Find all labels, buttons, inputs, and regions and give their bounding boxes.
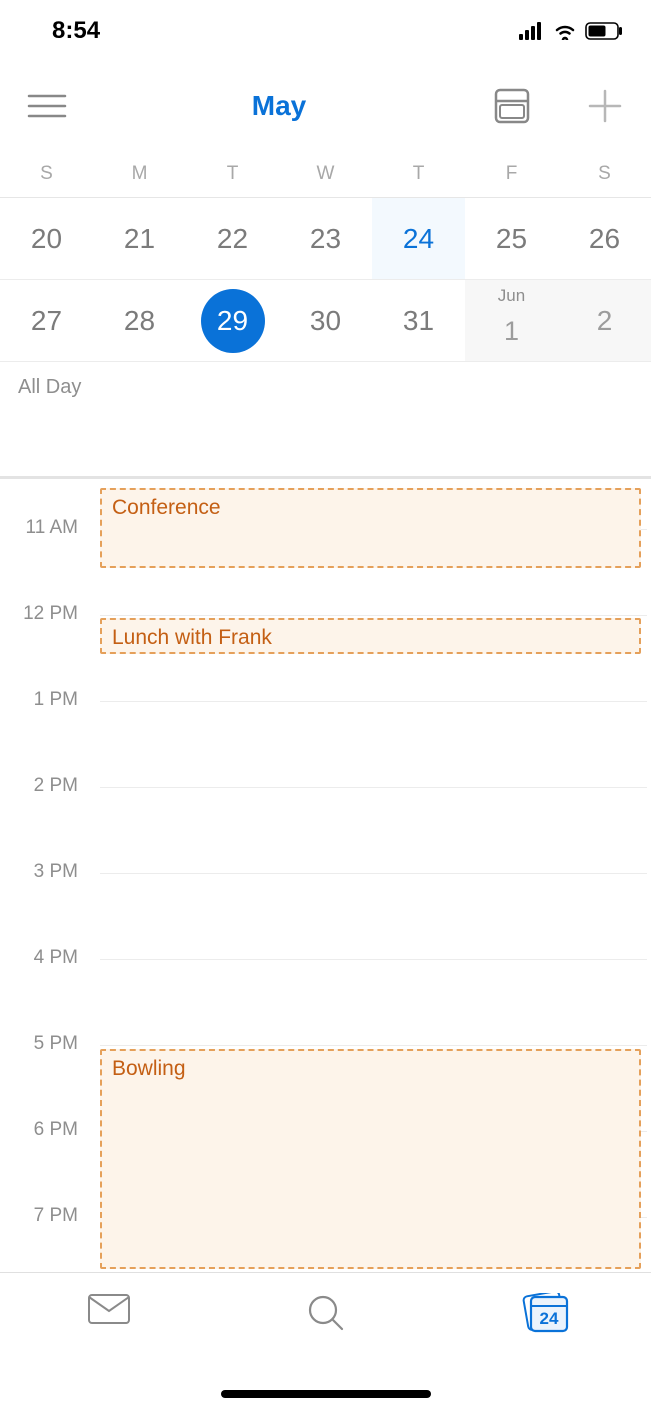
calendar-event[interactable]: Lunch with Frank [100,618,641,654]
hour-row[interactable]: 3 PM [0,823,651,909]
date-cell[interactable]: 22 [186,198,279,279]
hour-label: 2 PM [0,775,96,797]
calendar-view-icon [492,86,532,126]
weekday-label: S [558,150,651,197]
allday-section[interactable]: All Day [0,362,651,479]
weekday-label: S [0,150,93,197]
mail-icon [87,1293,131,1325]
date-cell[interactable]: 20 [0,198,93,279]
cellular-icon [519,22,545,40]
hour-gridline [100,873,647,874]
hour-row[interactable]: 1 PM [0,651,651,737]
hour-label: 6 PM [0,1119,96,1141]
menu-icon [27,93,67,119]
weekday-label: T [372,150,465,197]
add-event-button[interactable] [558,62,651,150]
hour-gridline [100,959,647,960]
search-icon [306,1293,346,1333]
app-header: May [0,62,651,150]
month-title: May [252,90,306,122]
date-row-2: 27 28 29 30 31 Jun 1 2 [0,280,651,362]
hour-row[interactable]: 2 PM [0,737,651,823]
weekday-label: M [93,150,186,197]
date-cell[interactable]: 28 [93,280,186,361]
hour-label: 1 PM [0,689,96,711]
hour-label: 3 PM [0,861,96,883]
weekday-label: W [279,150,372,197]
hour-gridline [100,787,647,788]
plus-icon [586,87,624,125]
date-cell-other-month[interactable]: Jun 1 [465,280,558,361]
date-cell[interactable]: 21 [93,198,186,279]
date-row-1: 20 21 22 23 24 25 26 [0,198,651,280]
date-cell-other-month[interactable]: 2 [558,280,651,361]
view-mode-button[interactable] [465,62,558,150]
date-cell[interactable]: 26 [558,198,651,279]
calendar-event[interactable]: Conference [100,488,641,568]
weekday-label: T [186,150,279,197]
date-cell-selected[interactable]: 29 [186,280,279,361]
date-cell-today[interactable]: 24 [372,198,465,279]
allday-label: All Day [18,376,81,398]
weekday-row: S M T W T F S [0,150,651,198]
calendar-icon: 24 [515,1293,571,1337]
status-icons [519,22,623,40]
status-bar: 8:54 [0,0,651,62]
date-cell[interactable]: 23 [279,198,372,279]
hour-gridline [100,615,647,616]
weekday-label: F [465,150,558,197]
calendar-event[interactable]: Bowling [100,1049,641,1269]
tab-calendar[interactable]: 24 [434,1273,651,1410]
month-title-button[interactable]: May [93,62,465,150]
hour-label: 4 PM [0,947,96,969]
status-time: 8:54 [52,17,100,45]
hour-gridline [100,1045,647,1046]
hour-label: 5 PM [0,1033,96,1055]
tab-bar: 24 [0,1272,651,1410]
battery-icon [585,22,623,40]
home-indicator [221,1390,431,1398]
menu-button[interactable] [0,62,93,150]
date-cell[interactable]: 25 [465,198,558,279]
hour-row[interactable]: 4 PM [0,909,651,995]
tab-mail[interactable] [0,1273,217,1410]
hour-label: 7 PM [0,1205,96,1227]
date-cell[interactable]: 27 [0,280,93,361]
schedule-area[interactable]: 11 AM 12 PM 1 PM 2 PM 3 PM 4 PM 5 PM 6 PM 7 PM C… [0,479,651,1269]
date-cell-month-label: Jun [498,286,525,306]
svg-text:24: 24 [539,1309,558,1328]
date-cell[interactable]: 31 [372,280,465,361]
date-cell[interactable]: 30 [279,280,372,361]
hour-gridline [100,701,647,702]
hour-label: 11 AM [0,517,96,539]
wifi-icon [553,22,577,40]
hour-label: 12 PM [0,603,96,625]
